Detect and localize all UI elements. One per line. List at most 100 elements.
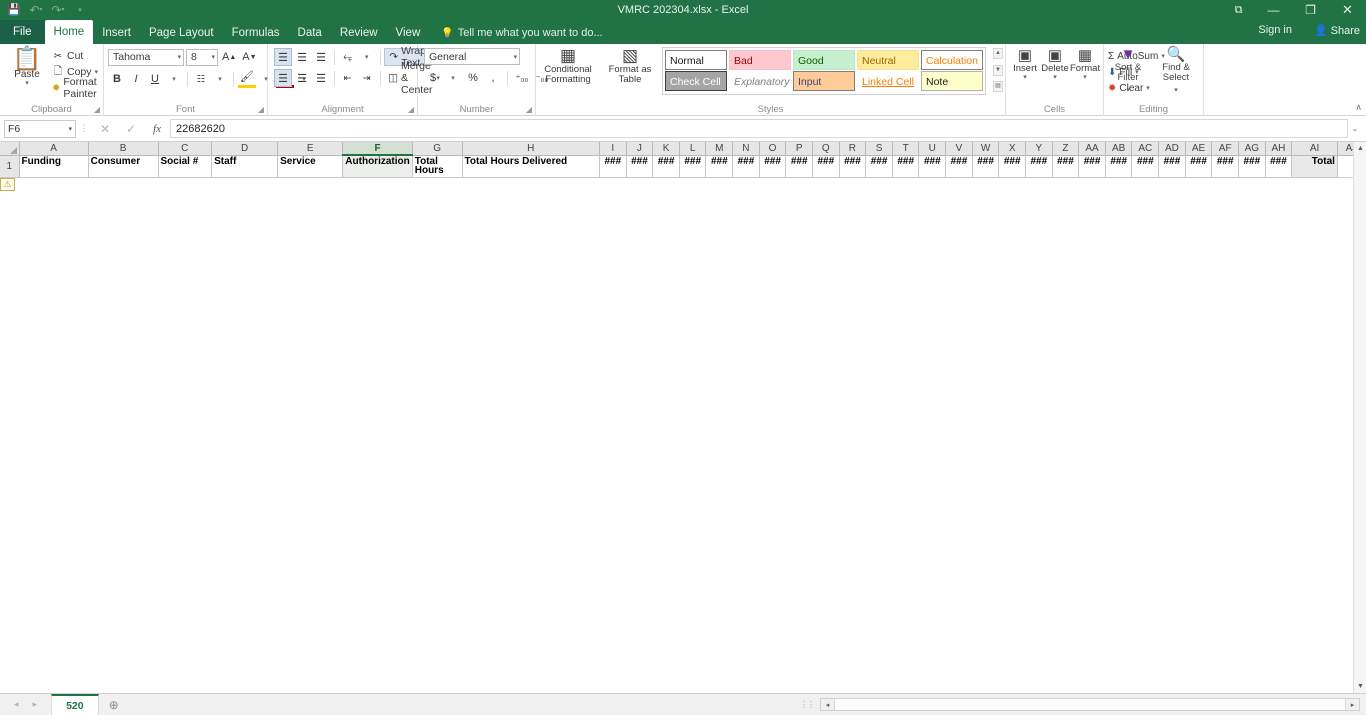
align-bottom-button[interactable]: ☰ bbox=[312, 48, 330, 66]
column-header-ac[interactable]: AC bbox=[1132, 142, 1159, 155]
copy-dropdown-caret-icon[interactable]: ▾ bbox=[95, 68, 99, 76]
header-cell-authorization[interactable]: Authorization bbox=[343, 155, 412, 177]
tell-me-search[interactable]: 💡 Tell me what you want to do... bbox=[441, 22, 602, 44]
header-cell-ad[interactable]: ### bbox=[1159, 155, 1186, 177]
decrease-font-size-button[interactable]: A▼ bbox=[240, 48, 258, 66]
column-header-g[interactable]: G bbox=[412, 142, 462, 155]
column-header-w[interactable]: W bbox=[972, 142, 999, 155]
header-cell-o[interactable]: ### bbox=[759, 155, 786, 177]
cell-styles-scrollbar[interactable]: ▲ ▼ ▤ bbox=[993, 48, 1003, 92]
header-cell-t[interactable]: ### bbox=[892, 155, 919, 177]
percent-style-button[interactable]: % bbox=[464, 69, 482, 87]
column-header-z[interactable]: Z bbox=[1052, 142, 1079, 155]
column-header-o[interactable]: O bbox=[759, 142, 786, 155]
header-cell-q[interactable]: ### bbox=[812, 155, 839, 177]
cell-style-good[interactable]: Good bbox=[793, 50, 855, 70]
comma-style-button[interactable]: , bbox=[484, 69, 502, 87]
close-button[interactable]: ✕ bbox=[1329, 0, 1366, 20]
header-cell-p[interactable]: ### bbox=[786, 155, 813, 177]
find-select-dropdown-caret-icon[interactable]: ▾ bbox=[1174, 87, 1178, 94]
column-header-a[interactable]: A bbox=[19, 142, 88, 155]
italic-button[interactable]: I bbox=[127, 70, 145, 88]
conditional-formatting-button[interactable]: ▦ Conditional Formatting bbox=[540, 47, 596, 85]
share-button[interactable]: 👤 Share bbox=[1314, 24, 1360, 37]
header-cell-funding[interactable]: Funding bbox=[19, 155, 88, 177]
alignment-dialog-launcher-icon[interactable]: ◢ bbox=[408, 105, 414, 114]
column-header-ab[interactable]: AB bbox=[1105, 142, 1132, 155]
delete-cells-button[interactable]: ▣ Delete ▾ bbox=[1040, 47, 1070, 81]
horizontal-scrollbar[interactable]: ◂ ▸ bbox=[820, 698, 1360, 711]
cell-style-note[interactable]: Note bbox=[921, 71, 983, 91]
column-header-ag[interactable]: AG bbox=[1238, 142, 1265, 155]
insert-dropdown-caret-icon[interactable]: ▾ bbox=[1010, 74, 1040, 81]
header-cell-r[interactable]: ### bbox=[839, 155, 866, 177]
header-cell-y[interactable]: ### bbox=[1025, 155, 1052, 177]
cell-style-calculation[interactable]: Calculation bbox=[921, 50, 983, 70]
format-painter-button[interactable]: ✹ Format Painter bbox=[52, 80, 103, 96]
column-header-n[interactable]: N bbox=[733, 142, 760, 155]
format-as-table-button[interactable]: ▧ Format as Table bbox=[602, 47, 658, 85]
header-cell-i[interactable]: ### bbox=[599, 155, 626, 177]
underline-dropdown-caret-icon[interactable]: ▾ bbox=[165, 70, 183, 88]
header-cell-ah[interactable]: ### bbox=[1265, 155, 1292, 177]
accounting-dropdown-caret-icon[interactable]: ▾ bbox=[444, 69, 462, 87]
hscroll-left-icon[interactable]: ◂ bbox=[821, 699, 834, 710]
borders-button[interactable]: ☷ bbox=[192, 70, 210, 88]
delete-dropdown-caret-icon[interactable]: ▾ bbox=[1040, 74, 1070, 81]
header-cell-w[interactable]: ### bbox=[972, 155, 999, 177]
align-middle-button[interactable]: ☰ bbox=[293, 48, 311, 66]
format-dropdown-caret-icon[interactable]: ▾ bbox=[1070, 74, 1100, 81]
find-and-select-button[interactable]: 🔍 Find & Select ▾ bbox=[1153, 47, 1199, 95]
number-dialog-launcher-icon[interactable]: ◢ bbox=[526, 105, 532, 114]
increase-indent-button[interactable]: ⇥ bbox=[358, 69, 376, 87]
tab-file[interactable]: File bbox=[0, 20, 45, 44]
tab-home[interactable]: Home bbox=[45, 20, 94, 44]
header-cell-ac[interactable]: ### bbox=[1132, 155, 1159, 177]
decrease-indent-button[interactable]: ⇤ bbox=[339, 69, 357, 87]
tab-formulas[interactable]: Formulas bbox=[223, 22, 289, 44]
header-cell-ag[interactable]: ### bbox=[1238, 155, 1265, 177]
header-cell-service[interactable]: Service bbox=[278, 155, 343, 177]
column-header-t[interactable]: T bbox=[892, 142, 919, 155]
column-header-e[interactable]: E bbox=[278, 142, 343, 155]
header-cell-x[interactable]: ### bbox=[999, 155, 1026, 177]
bold-button[interactable]: B bbox=[108, 70, 126, 88]
increase-decimal-button[interactable]: ⁺₀₀ bbox=[513, 69, 531, 87]
tab-page-layout[interactable]: Page Layout bbox=[140, 22, 223, 44]
header-cell-total-hours[interactable]: Total Hours bbox=[412, 155, 462, 177]
column-header-y[interactable]: Y bbox=[1025, 142, 1052, 155]
align-left-button[interactable]: ☰ bbox=[274, 69, 292, 87]
cell-style-normal[interactable]: Normal bbox=[665, 50, 727, 70]
cell-style-linked-cell[interactable]: Linked Cell bbox=[857, 71, 919, 91]
tab-data[interactable]: Data bbox=[289, 22, 331, 44]
tab-view[interactable]: View bbox=[387, 22, 430, 44]
header-cell-k[interactable]: ### bbox=[653, 155, 680, 177]
insert-cells-button[interactable]: ▣ Insert ▾ bbox=[1010, 47, 1040, 81]
column-header-r[interactable]: R bbox=[839, 142, 866, 155]
cell-style-check-cell[interactable]: Check Cell bbox=[665, 71, 727, 91]
cell-style-input[interactable]: Input bbox=[793, 71, 855, 91]
next-sheet-icon[interactable]: ▸ bbox=[33, 699, 38, 710]
column-header-j[interactable]: J bbox=[626, 142, 653, 155]
insert-function-icon[interactable]: fx bbox=[144, 123, 170, 135]
header-cell-ae[interactable]: ### bbox=[1185, 155, 1212, 177]
fill-color-button[interactable]: 🖌 bbox=[238, 70, 256, 88]
previous-sheet-icon[interactable]: ◂ bbox=[14, 699, 19, 710]
number-format-combobox[interactable]: General ▾ bbox=[424, 48, 520, 65]
header-cell-staff[interactable]: Staff bbox=[212, 155, 278, 177]
sort-filter-dropdown-caret-icon[interactable]: ▾ bbox=[1126, 87, 1130, 94]
sign-in-button[interactable]: Sign in bbox=[1258, 24, 1292, 36]
header-cell-u[interactable]: ### bbox=[919, 155, 946, 177]
name-box[interactable]: F6 ▾ bbox=[4, 120, 76, 138]
add-sheet-icon[interactable]: ⊕ bbox=[99, 694, 129, 715]
column-header-x[interactable]: X bbox=[999, 142, 1026, 155]
column-header-f[interactable]: F bbox=[343, 142, 412, 155]
error-indicator-icon[interactable]: ⚠ bbox=[0, 178, 15, 191]
column-header-l[interactable]: L bbox=[679, 142, 706, 155]
header-cell-consumer[interactable]: Consumer bbox=[88, 155, 158, 177]
align-right-button[interactable]: ☰ bbox=[312, 69, 330, 87]
borders-dropdown-caret-icon[interactable]: ▾ bbox=[211, 70, 229, 88]
header-cell-aa[interactable]: ### bbox=[1079, 155, 1106, 177]
accounting-format-button[interactable]: $ bbox=[424, 69, 442, 87]
column-header-b[interactable]: B bbox=[88, 142, 158, 155]
